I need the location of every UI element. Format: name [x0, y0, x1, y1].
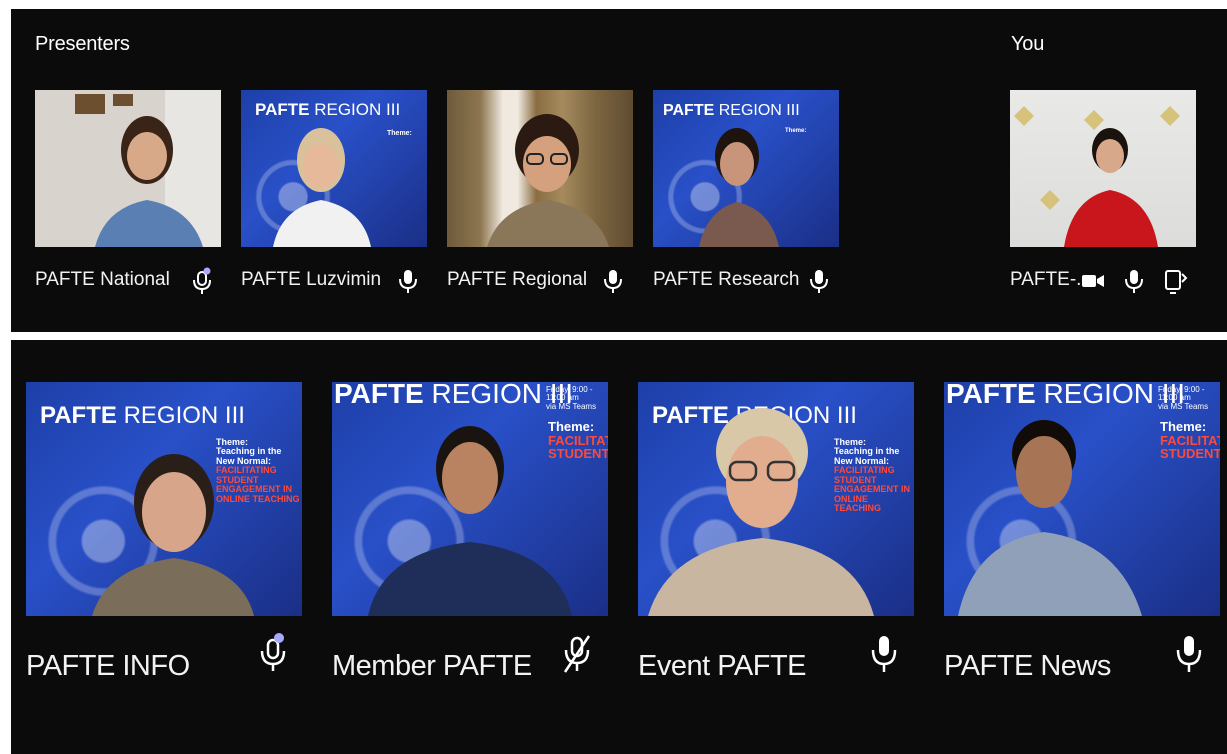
self-video-tile[interactable] [1010, 90, 1196, 247]
self-name: PAFTE-... [1010, 269, 1092, 290]
mic-muted-icon[interactable] [561, 634, 593, 679]
participant-video-tile[interactable]: PAFTE REGION III Friday, 9:00 - 11:00 am… [332, 382, 608, 616]
presenter-video-tile[interactable]: PAFTE REGION III Theme: [653, 90, 839, 247]
presenter-video [273, 128, 371, 247]
participant-video [648, 408, 874, 616]
participant-name: Event PAFTE [638, 650, 807, 682]
presenters-panel: Presenters You PAFTE National PAFTE REGI… [11, 9, 1227, 332]
presenter-video-tile[interactable] [447, 90, 633, 247]
mic-icon[interactable] [808, 267, 830, 300]
participant-name: Member PAFTE [332, 650, 532, 682]
mic-icon[interactable] [397, 267, 419, 300]
mic-icon[interactable] [869, 634, 899, 679]
participant-name: PAFTE INFO [26, 650, 190, 682]
mic-active-icon[interactable] [258, 632, 288, 677]
participant-video [92, 454, 254, 616]
presenter-video-tile[interactable]: PAFTE REGION III Theme: [241, 90, 427, 247]
participant-video [368, 426, 572, 616]
mic-icon[interactable] [1123, 267, 1145, 300]
presenters-heading: Presenters [35, 33, 130, 55]
you-heading: You [1011, 33, 1045, 55]
share-screen-icon[interactable] [1164, 268, 1188, 299]
mic-active-icon[interactable] [191, 267, 213, 300]
participant-video [958, 420, 1142, 616]
presenter-name: PAFTE Research [653, 269, 800, 290]
presenter-name: PAFTE National [35, 269, 170, 290]
camera-icon[interactable] [1081, 272, 1105, 295]
participant-name: PAFTE News [944, 650, 1111, 682]
presenter-video [699, 128, 779, 247]
presenter-name: PAFTE Luzvimin [241, 269, 382, 290]
participant-video-tile[interactable]: PAFTE REGION III Theme: Teaching in the … [26, 382, 302, 616]
presenter-video-tile[interactable] [35, 90, 221, 247]
participant-video-tile[interactable]: PAFTE REGION III Theme: Teaching in the … [638, 382, 914, 616]
participants-panel: PAFTE REGION III Theme: Teaching in the … [11, 340, 1227, 754]
presenter-video [35, 90, 221, 247]
presenter-name: PAFTE Regional [447, 269, 588, 290]
self-video [1014, 106, 1180, 247]
participant-video-tile[interactable]: PAFTE REGION III Friday, 9:00 - 11:00 am… [944, 382, 1220, 616]
presenter-video [487, 114, 609, 247]
mic-icon[interactable] [602, 267, 624, 300]
mic-icon[interactable] [1174, 634, 1204, 679]
